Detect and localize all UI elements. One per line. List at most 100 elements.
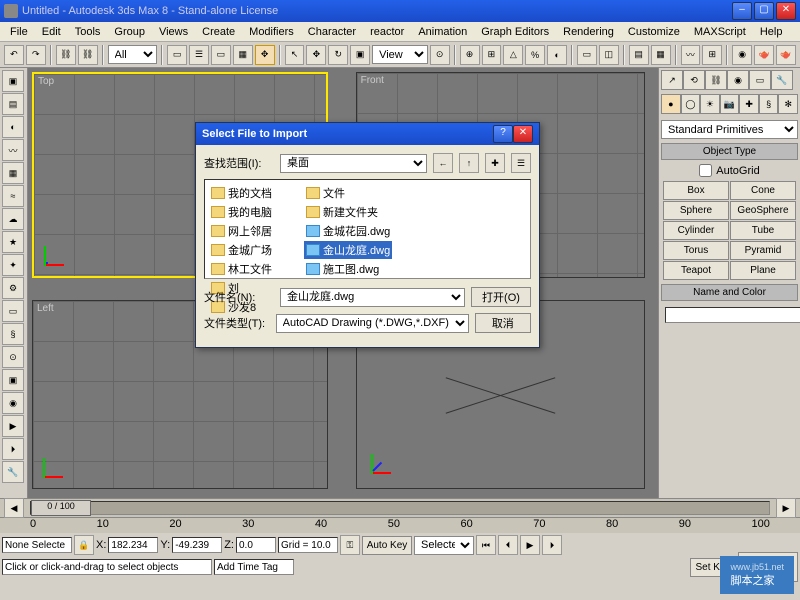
prev-frame-icon[interactable]: ⏴ (498, 535, 518, 555)
time-slider-handle[interactable]: 0 / 100 (31, 500, 91, 516)
sphere-button[interactable]: Sphere (663, 201, 729, 220)
layers-button[interactable]: ▦ (651, 45, 671, 65)
menu-edit[interactable]: Edit (36, 24, 67, 40)
dialog-help-button[interactable]: ? (493, 125, 513, 143)
dash-icon[interactable]: ⊙ (2, 346, 24, 368)
menu-views[interactable]: Views (153, 24, 194, 40)
file-item[interactable]: 我的电脑 (209, 203, 274, 221)
file-list[interactable]: 我的文档我的电脑网上邻居金城广场林工文件刘沙发8 文件新建文件夹金城花园.dwg… (204, 179, 531, 279)
preview-icon[interactable]: ▶ (2, 415, 24, 437)
lights-icon[interactable]: ☀ (700, 94, 720, 114)
viewmenu-icon[interactable]: ☰ (511, 153, 531, 173)
motor-icon[interactable]: ⚙ (2, 277, 24, 299)
window-crossing-button[interactable]: ▦ (233, 45, 253, 65)
dialog-close-button[interactable]: ✕ (513, 125, 533, 143)
hierarchy-tab-icon[interactable]: ⛓ (705, 70, 727, 90)
autogrid-checkbox[interactable] (699, 164, 712, 177)
toy-icon[interactable]: ★ (2, 231, 24, 253)
helpers-icon[interactable]: ✚ (739, 94, 759, 114)
menu-animation[interactable]: Animation (412, 24, 473, 40)
pyramid-button[interactable]: Pyramid (730, 241, 796, 260)
col-icon[interactable]: ◉ (2, 392, 24, 414)
menu-maxscript[interactable]: MAXScript (688, 24, 752, 40)
tube-button[interactable]: Tube (730, 221, 796, 240)
cameras-icon[interactable]: 📷 (720, 94, 740, 114)
plane-button[interactable]: Plane (730, 261, 796, 280)
next-frame-icon[interactable]: ⏵ (542, 535, 562, 555)
frac-icon[interactable]: ✦ (2, 254, 24, 276)
manip-button[interactable]: ⊕ (460, 45, 480, 65)
cone-button[interactable]: Cone (730, 181, 796, 200)
menu-grapheditors[interactable]: Graph Editors (475, 24, 555, 40)
select-region-button[interactable]: ▭ (211, 45, 231, 65)
file-item[interactable]: 金山龙庭.dwg (304, 241, 392, 259)
schematic-button[interactable]: ⊞ (702, 45, 722, 65)
file-item[interactable]: 网上邻居 (209, 222, 274, 240)
newfolder-icon[interactable]: ✚ (485, 153, 505, 173)
utilities-tab-icon[interactable]: 🔧 (771, 70, 793, 90)
sb-icon[interactable]: ◐ (2, 116, 24, 138)
y-coord[interactable]: -49.239 (172, 537, 222, 553)
menu-group[interactable]: Group (108, 24, 151, 40)
box-button[interactable]: Box (663, 181, 729, 200)
file-item[interactable]: 金城广场 (209, 241, 274, 259)
modify-tab-icon[interactable]: ⟲ (683, 70, 705, 90)
object-name-input[interactable] (665, 307, 800, 323)
menu-character[interactable]: Character (302, 24, 362, 40)
play-icon[interactable]: ▶ (520, 535, 540, 555)
refcoord-dropdown[interactable]: View (372, 45, 428, 64)
lock-icon[interactable]: 🔒 (74, 535, 94, 555)
cylinder-button[interactable]: Cylinder (663, 221, 729, 240)
menu-help[interactable]: Help (754, 24, 789, 40)
file-item[interactable]: 新建文件夹 (304, 203, 392, 221)
timetag[interactable]: Add Time Tag (214, 559, 294, 575)
file-item[interactable]: 施工图.dwg (304, 260, 392, 278)
menu-rendering[interactable]: Rendering (557, 24, 620, 40)
menu-create[interactable]: Create (196, 24, 241, 40)
goto-start-icon[interactable]: ⏮ (476, 535, 496, 555)
create-tab-icon[interactable]: ↗ (661, 70, 683, 90)
redo-button[interactable]: ↷ (26, 45, 46, 65)
rb-icon[interactable]: ▣ (2, 70, 24, 92)
geometry-icon[interactable]: ● (661, 94, 681, 114)
link-button[interactable]: ⛓ (56, 45, 76, 65)
z-coord[interactable]: 0.0 (236, 537, 276, 553)
menu-reactor[interactable]: reactor (364, 24, 410, 40)
autokey-button[interactable]: Auto Key (362, 536, 412, 555)
motion-tab-icon[interactable]: ◉ (727, 70, 749, 90)
rope-icon[interactable]: 〰 (2, 139, 24, 161)
time-prev-button[interactable]: ◀ (4, 498, 24, 518)
move-button[interactable]: ✥ (306, 45, 326, 65)
select-move-button[interactable]: ✥ (255, 45, 275, 65)
render-scene-button[interactable]: 🫖 (754, 45, 774, 65)
prop-icon[interactable]: ▣ (2, 369, 24, 391)
menu-file[interactable]: File (4, 24, 34, 40)
cancel-button[interactable]: 取消 (475, 313, 531, 333)
key-icon[interactable]: ⚿ (340, 535, 360, 555)
spring-icon[interactable]: § (2, 323, 24, 345)
systems-icon[interactable]: ✻ (778, 94, 798, 114)
cloth-icon[interactable]: ▤ (2, 93, 24, 115)
filetype-dropdown[interactable]: AutoCAD Drawing (*.DWG,*.DXF) (276, 314, 469, 333)
plane-icon[interactable]: ▭ (2, 300, 24, 322)
unlink-button[interactable]: ⛓ (78, 45, 98, 65)
lookin-dropdown[interactable]: 桌面 (280, 154, 427, 173)
wind-icon[interactable]: ☁ (2, 208, 24, 230)
anim-icon[interactable]: ⏵ (2, 438, 24, 460)
undo-button[interactable]: ↶ (4, 45, 24, 65)
keymode-dropdown[interactable]: Selected (414, 536, 474, 555)
select-name-button[interactable]: ☰ (189, 45, 209, 65)
back-icon[interactable]: ← (433, 153, 453, 173)
torus-button[interactable]: Torus (663, 241, 729, 260)
file-item[interactable]: 林工文件 (209, 260, 274, 278)
snap-button[interactable]: ⊞ (482, 45, 502, 65)
maximize-button[interactable]: ▢ (754, 2, 774, 20)
minimize-button[interactable]: – (732, 2, 752, 20)
mirror-button[interactable]: ◫ (599, 45, 619, 65)
quick-render-button[interactable]: 🫖 (776, 45, 796, 65)
rotate-button[interactable]: ↻ (328, 45, 348, 65)
named-sel-button[interactable]: ▭ (577, 45, 597, 65)
dm-icon[interactable]: ▦ (2, 162, 24, 184)
teapot-button[interactable]: Teapot (663, 261, 729, 280)
scale-button[interactable]: ▣ (350, 45, 370, 65)
